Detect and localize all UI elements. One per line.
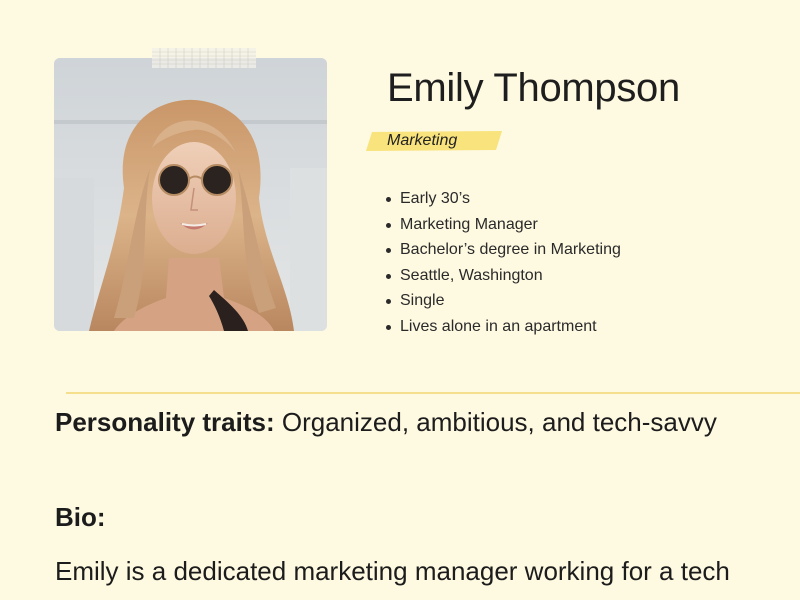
traits-value: Organized, ambitious, and tech-savvy: [281, 407, 717, 437]
fact-age: Early 30’s: [382, 186, 621, 212]
fact-location: Seattle, Washington: [382, 263, 621, 289]
fact-job-title: Marketing Manager: [382, 212, 621, 238]
fact-education: Bachelor’s degree in Marketing: [382, 237, 621, 263]
fact-relationship-status: Single: [382, 288, 621, 314]
profile-photo: [54, 58, 327, 331]
section-divider: [66, 392, 800, 394]
profile-name: Emily Thompson: [387, 66, 680, 110]
fact-living-situation: Lives alone in an apartment: [382, 314, 621, 340]
department-tag: Marketing: [366, 131, 502, 151]
traits-label: Personality traits:: [55, 407, 275, 437]
tape-decoration: [152, 48, 256, 68]
department-label: Marketing: [387, 132, 458, 149]
profile-facts-list: Early 30’s Marketing Manager Bachelor’s …: [382, 186, 621, 340]
personality-traits: Personality traits: Organized, ambitious…: [55, 407, 717, 438]
bio-heading: Bio:: [55, 502, 106, 532]
bio-text: Emily is a dedicated marketing manager w…: [55, 556, 730, 586]
